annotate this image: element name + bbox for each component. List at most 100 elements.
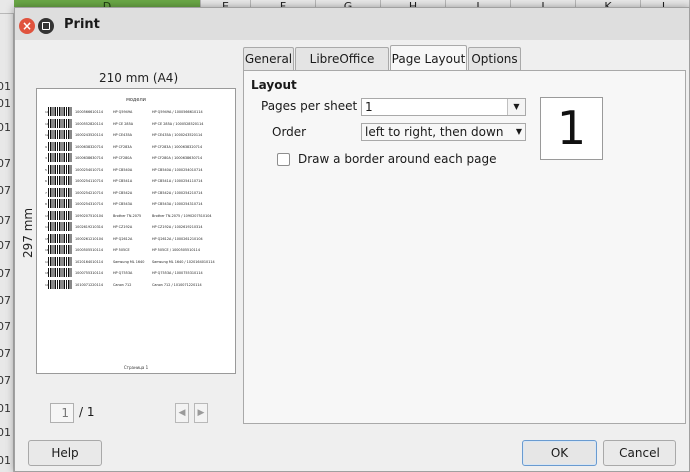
close-icon[interactable]: × <box>19 18 35 34</box>
preview-row-description: HP CB542A / 1000254210714 <box>152 190 203 195</box>
preview-row: 16 1000505510114 HP 505CE HP 505CE / 100050… <box>45 245 229 256</box>
preview-row-model: Samsung ML 1640 <box>113 259 145 264</box>
barcode-icon <box>48 256 72 266</box>
tab-options[interactable]: Options <box>468 47 521 71</box>
preview-row-code: 1000254010714 <box>75 167 104 172</box>
tab-page-layout[interactable]: Page Layout <box>390 45 467 71</box>
row-label[interactable]: 07 <box>0 157 13 170</box>
chevron-down-icon: ▼ <box>515 127 522 136</box>
preview-row-code: 1000254110714 <box>75 179 104 183</box>
next-page-button[interactable]: ▶ <box>194 403 208 423</box>
preview-row: 12 1000243520114 HP CE435A HP CE435A / 1000… <box>45 130 229 141</box>
preview-row-code: 1000505510114 <box>75 248 104 252</box>
preview-row-model: HP CE435A <box>113 133 132 137</box>
row-label[interactable]: 07 <box>0 374 13 387</box>
order-dropdown[interactable]: left to right, then down ▼ <box>361 123 526 141</box>
preview-row-description: Brother TN-2075 / 1090207510104 <box>152 213 212 218</box>
preview-row: 10 1000566610114 HP Q5949A HP Q5949A / 1000… <box>45 107 229 118</box>
row-label[interactable]: 07 <box>0 184 13 197</box>
row-label[interactable]: 07 <box>0 214 13 227</box>
print-dialog: × Print 210 mm (A4) 297 mm модели 10 1000… <box>14 7 690 472</box>
preview-row-code: 1000638320714 <box>75 144 104 149</box>
row-header-bar: 01 01 01 07 07 07 07 07 07 07 07 07 01 0… <box>0 14 14 472</box>
preview-row-code: 1002619210314 <box>75 225 104 229</box>
dialog-titlebar[interactable]: × Print <box>15 8 689 40</box>
ok-button[interactable]: OK <box>522 440 597 466</box>
row-label[interactable]: 07 <box>0 320 13 333</box>
chevron-down-icon[interactable]: ▼ <box>507 99 525 115</box>
preview-row-number: 7 <box>45 190 47 195</box>
row-label[interactable]: 01 <box>0 402 13 415</box>
preview-header-text: модели <box>126 97 146 103</box>
row-label[interactable]: 07 <box>0 267 13 280</box>
preview-row-model: HP CB540A <box>113 167 133 172</box>
barcode-icon <box>48 118 72 128</box>
preview-row: 8 1000254310714 HP CB543A HP CB543A / 10002… <box>45 199 229 210</box>
row-label[interactable]: 01 <box>0 426 13 439</box>
page-number-input[interactable]: 1 <box>50 403 74 423</box>
row-label[interactable]: 01 <box>0 121 13 134</box>
preview-row-code: 1000552820114 <box>75 121 104 126</box>
barcode-icon <box>48 199 72 208</box>
preview-row-model: HP CZ192A <box>113 225 133 229</box>
preview-row: 19 1010071220114 Canon 712 Canon 712 / 1010… <box>45 279 229 291</box>
chevron-left-icon: ◀ <box>178 408 186 418</box>
preview-row-number: 6 <box>45 179 47 183</box>
preview-row: 6 1000254110714 HP CB541A HP CB541A / 10002… <box>45 176 229 187</box>
maximize-icon[interactable] <box>38 18 54 34</box>
barcode-icon <box>48 233 72 243</box>
row-label[interactable]: 01 <box>0 80 13 93</box>
preview-row-description: HP CB543A / 1000254310714 <box>152 202 203 206</box>
order-value: left to right, then down <box>365 125 504 139</box>
paper-width-label: 210 mm (A4) <box>99 71 179 85</box>
preview-row-code: 1000261210104 <box>75 236 104 241</box>
preview-row-description: HP Q7553A / 1000755310114 <box>152 271 203 275</box>
preview-row: 14 1002619210314 HP CZ192A HP CZ192A / 1002… <box>45 222 229 233</box>
row-label[interactable]: 01 <box>0 97 13 110</box>
barcode-icon <box>48 210 72 220</box>
page-total-label: / 1 <box>79 405 95 419</box>
preview-row: 9 1000638320714 HP CF283A HP CF283A / 10006… <box>45 141 229 153</box>
barcode-icon <box>48 245 72 254</box>
barcode-icon <box>48 187 72 197</box>
preview-row-model: HP CB542A <box>113 190 133 195</box>
draw-border-label[interactable]: Draw a border around each page <box>298 152 497 166</box>
preview-row: 13 1090207510104 Brother TN-2075 Brother TN… <box>45 210 229 222</box>
tab-libreoffice-calc[interactable]: LibreOffice Calc <box>295 47 389 88</box>
preview-row-model: HP CB541A <box>113 179 133 183</box>
preview-row-number: 3 <box>45 156 47 160</box>
chevron-right-icon: ▶ <box>197 408 205 418</box>
preview-row-description: HP CF283A / 1000638320714 <box>152 144 203 149</box>
preview-row-description: HP CZ192A / 1002619210314 <box>152 225 203 229</box>
tab-general[interactable]: General <box>243 47 294 71</box>
preview-row-code: 1000638630714 <box>75 156 104 160</box>
pages-per-sheet-combobox[interactable]: 1 ▼ <box>361 98 526 116</box>
preview-row-model: HP Q2612A <box>113 236 133 241</box>
preview-row-description: HP Q2612A / 1000261210104 <box>152 236 203 241</box>
preview-row: 5 1000254010714 HP CB540A HP CB540A / 10002… <box>45 164 229 176</box>
barcode-icon <box>48 222 72 231</box>
row-label[interactable]: 07 <box>0 347 13 360</box>
row-label[interactable]: 07 <box>0 239 13 252</box>
pages-per-sheet-label: Pages per sheet <box>261 99 358 113</box>
preview-row: 17 1020164010114 Samsung ML 1640 Samsung ML… <box>45 256 229 268</box>
draw-border-checkbox[interactable] <box>277 153 290 166</box>
preview-footer-text: Страница 1 <box>123 365 149 370</box>
help-button[interactable]: Help <box>28 440 102 466</box>
barcode-icon <box>48 130 72 139</box>
preview-row-description: Samsung ML 1640 / 1020164010114 <box>152 259 215 264</box>
preview-row-code: 1000254210714 <box>75 190 104 195</box>
preview-row-code: 1090207510104 <box>75 213 104 218</box>
preview-row: 15 1000261210104 HP Q2612A HP Q2612A / 1000… <box>45 233 229 245</box>
previous-page-button[interactable]: ◀ <box>175 403 189 423</box>
row-label[interactable]: 01 <box>0 454 13 467</box>
preview-row-code: 1000243520114 <box>75 133 104 137</box>
preview-row-number: 9 <box>45 144 47 149</box>
preview-row-description: HP CE 285A / 1000528520114 <box>152 121 204 126</box>
preview-row: 3 1000638630714 HP CF280A HP CF280A / 10006… <box>45 153 229 164</box>
preview-row-description: HP 505CE / 1000505510114 <box>152 248 200 252</box>
row-label[interactable]: 07 <box>0 294 13 307</box>
preview-row-code: 1000566610114 <box>75 110 104 114</box>
cancel-button[interactable]: Cancel <box>603 440 676 466</box>
preview-row-model: HP CB543A <box>113 202 133 206</box>
